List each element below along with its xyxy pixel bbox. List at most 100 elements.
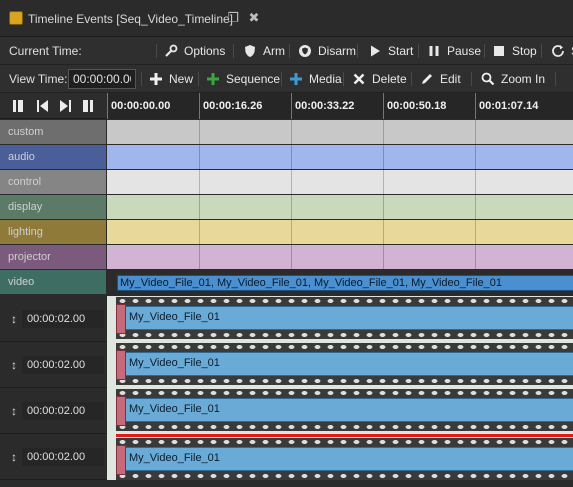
playhead-marker [116, 434, 573, 437]
resize-vertical-icon[interactable]: ↕ [8, 402, 20, 420]
current-time-label: Current Time: [9, 44, 82, 58]
options-button[interactable]: Options [164, 42, 225, 60]
media-duration[interactable]: 00:00:02.00 [22, 356, 104, 374]
delete-button[interactable]: Delete [352, 70, 407, 88]
media-row: ↕ 00:00:02.00 My_Video_File_01 [0, 296, 573, 342]
lane-gridline [199, 220, 200, 244]
clip-body[interactable]: My_Video_File_01 [116, 398, 573, 422]
media-row-header: ↕ 00:00:02.00 [0, 296, 107, 342]
media-row: ↕ 00:00:02.00 My_Video_File_01 [0, 388, 573, 434]
timeline-ruler: 00:00:00.00 00:00:16.26 00:00:33.22 00:0… [0, 93, 573, 119]
lane-label-custom[interactable]: custom [0, 120, 106, 144]
ruler-tick [383, 93, 384, 119]
media-duration[interactable]: 00:00:02.00 [22, 448, 104, 466]
lane-gridline [475, 245, 476, 269]
lane-gridline [383, 120, 384, 144]
lane-track-control[interactable] [107, 170, 573, 194]
skip-forward-icon[interactable] [59, 99, 72, 113]
clip-name: My_Video_File_01 [129, 311, 220, 323]
lane-label-video[interactable]: video [0, 270, 106, 294]
lane-gridline [199, 120, 200, 144]
separator [541, 44, 542, 58]
clip-body[interactable]: My_Video_File_01 [116, 447, 573, 471]
lane-gridline [291, 220, 292, 244]
media-clip-track[interactable]: My_Video_File_01 [107, 342, 573, 388]
sequence-label: Sequence [226, 72, 281, 86]
lane-label-projector[interactable]: projector [0, 245, 106, 269]
video-sequence-bar[interactable]: My_Video_File_01, My_Video_File_01, My_V… [117, 275, 573, 291]
first-frame-icon[interactable] [12, 99, 25, 113]
lane-gridline [199, 195, 200, 219]
ruler-tick [475, 93, 476, 119]
resize-vertical-icon[interactable]: ↕ [8, 356, 20, 374]
lane-track-custom[interactable] [107, 120, 573, 144]
clip-body[interactable]: My_Video_File_01 [116, 352, 573, 376]
lane-gridline [475, 220, 476, 244]
lane-track-audio[interactable] [107, 145, 573, 169]
media-button[interactable]: Media [289, 70, 342, 88]
lane-track-display[interactable] [107, 195, 573, 219]
stop-button[interactable]: Stop [492, 42, 537, 60]
edit-button[interactable]: Edit [420, 70, 461, 88]
view-time-input[interactable] [68, 69, 136, 89]
film-perforations [116, 473, 573, 479]
lane-track-video[interactable]: My_Video_File_01, My_Video_File_01, My_V… [107, 269, 573, 294]
clip-trim-handle[interactable] [116, 350, 126, 380]
window-title: Timeline Events [Seq_Video_Timeline] [28, 12, 233, 26]
lane-label-audio[interactable]: audio [0, 145, 106, 169]
lane-track-projector[interactable] [107, 245, 573, 269]
film-strip[interactable]: My_Video_File_01 [116, 297, 573, 339]
media-clip-track[interactable]: My_Video_File_01 [107, 296, 573, 342]
separator [156, 44, 157, 58]
media-duration[interactable]: 00:00:02.00 [22, 310, 104, 328]
lane-label-display[interactable]: display [0, 195, 106, 219]
media-label: Media [309, 72, 342, 86]
arm-label: Arm [263, 44, 285, 58]
film-perforations [116, 332, 573, 338]
clip-trim-handle[interactable] [116, 304, 126, 334]
lane-gridline [199, 245, 200, 269]
restore-button[interactable]: ❐ [225, 10, 241, 26]
media-clip-track[interactable]: My_Video_File_01 [107, 388, 573, 434]
wrench-icon [164, 44, 178, 58]
arm-button[interactable]: Arm [243, 42, 285, 60]
skip-back-icon[interactable] [36, 99, 49, 113]
separator [484, 44, 485, 58]
sequence-button[interactable]: Sequence [206, 70, 280, 88]
close-button[interactable]: ✖ [246, 10, 262, 26]
film-strip[interactable]: My_Video_File_01 [116, 343, 573, 385]
overflow-button[interactable]: S [551, 42, 573, 60]
film-strip[interactable]: My_Video_File_01 [116, 438, 573, 480]
zoom-in-button[interactable]: Zoom In [481, 70, 545, 88]
clip-body[interactable]: My_Video_File_01 [116, 306, 573, 330]
resize-vertical-icon[interactable]: ↕ [8, 448, 20, 466]
media-row-header: ↕ 00:00:02.00 [0, 434, 107, 480]
play-icon [368, 44, 382, 58]
lane-gridline [475, 195, 476, 219]
lane-gridline [291, 170, 292, 194]
start-button[interactable]: Start [368, 42, 413, 60]
film-perforations [116, 298, 573, 304]
title-bar: Timeline Events [Seq_Video_Timeline] ❐ ✖ [0, 0, 573, 37]
edit-toolbar: View Time: New Sequence Media Delete Edi… [0, 65, 573, 93]
disarm-label: Disarm [318, 44, 356, 58]
lane-gridline [199, 170, 200, 194]
media-duration[interactable]: 00:00:02.00 [22, 402, 104, 420]
lane-gridline [291, 195, 292, 219]
media-clip-track[interactable]: My_Video_File_01 [107, 434, 573, 480]
last-frame-icon[interactable] [82, 99, 95, 113]
pause-button[interactable]: Pause [427, 42, 481, 60]
clip-trim-handle[interactable] [116, 445, 126, 475]
new-label: New [169, 72, 194, 86]
film-strip[interactable]: My_Video_File_01 [116, 389, 573, 431]
disarm-button[interactable]: Disarm [298, 42, 356, 60]
lane-track-lighting[interactable] [107, 220, 573, 244]
new-button[interactable]: New [149, 70, 193, 88]
lane-label-control[interactable]: control [0, 170, 106, 194]
resize-vertical-icon[interactable]: ↕ [8, 310, 20, 328]
edit-label: Edit [440, 72, 461, 86]
ruler-scale[interactable]: 00:00:00.00 00:00:16.26 00:00:33.22 00:0… [107, 93, 573, 119]
lane-label-lighting[interactable]: lighting [0, 220, 106, 244]
clip-trim-handle[interactable] [116, 396, 126, 426]
film-perforations [116, 378, 573, 384]
